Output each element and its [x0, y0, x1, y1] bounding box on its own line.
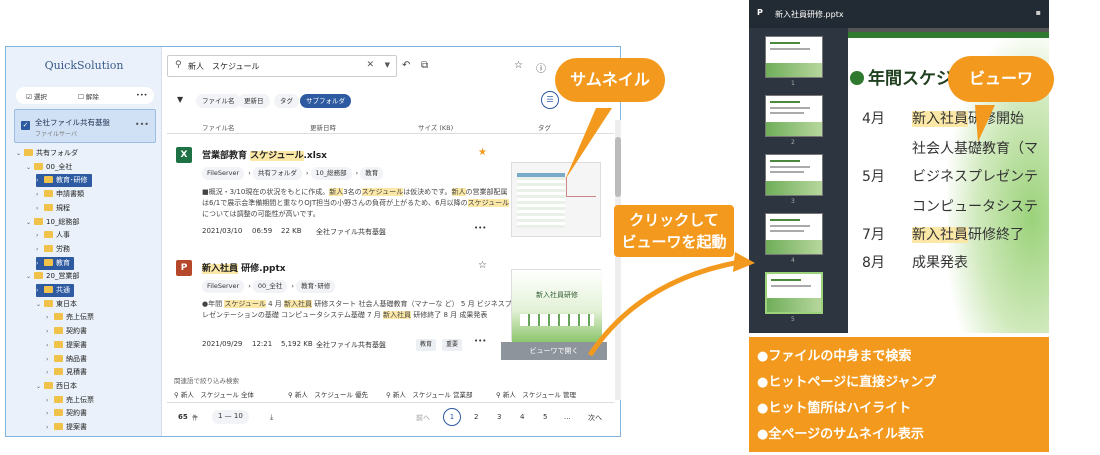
callout-arrow [587, 259, 741, 357]
callout-viewer: ビューワ [948, 56, 1054, 102]
features-box: ●ファイルの中身まで検索 ●ヒットページに直接ジャンプ ●ヒット箇所はハイライト… [749, 337, 1049, 452]
callout-pointer [975, 105, 995, 142]
callout-arrow-head [733, 252, 755, 272]
feature-item: ●ヒット箇所はハイライト [757, 401, 912, 416]
callout-click-to-open: クリックして ビューワを起動 [614, 205, 734, 257]
callout-pointer [565, 108, 612, 180]
feature-item: ●全ページのサムネイル表示 [757, 427, 924, 442]
feature-item: ●ファイルの中身まで検索 [757, 349, 912, 364]
feature-item: ●ヒットページに直接ジャンプ [757, 375, 937, 390]
callout-thumbnail: サムネイル [555, 58, 665, 102]
